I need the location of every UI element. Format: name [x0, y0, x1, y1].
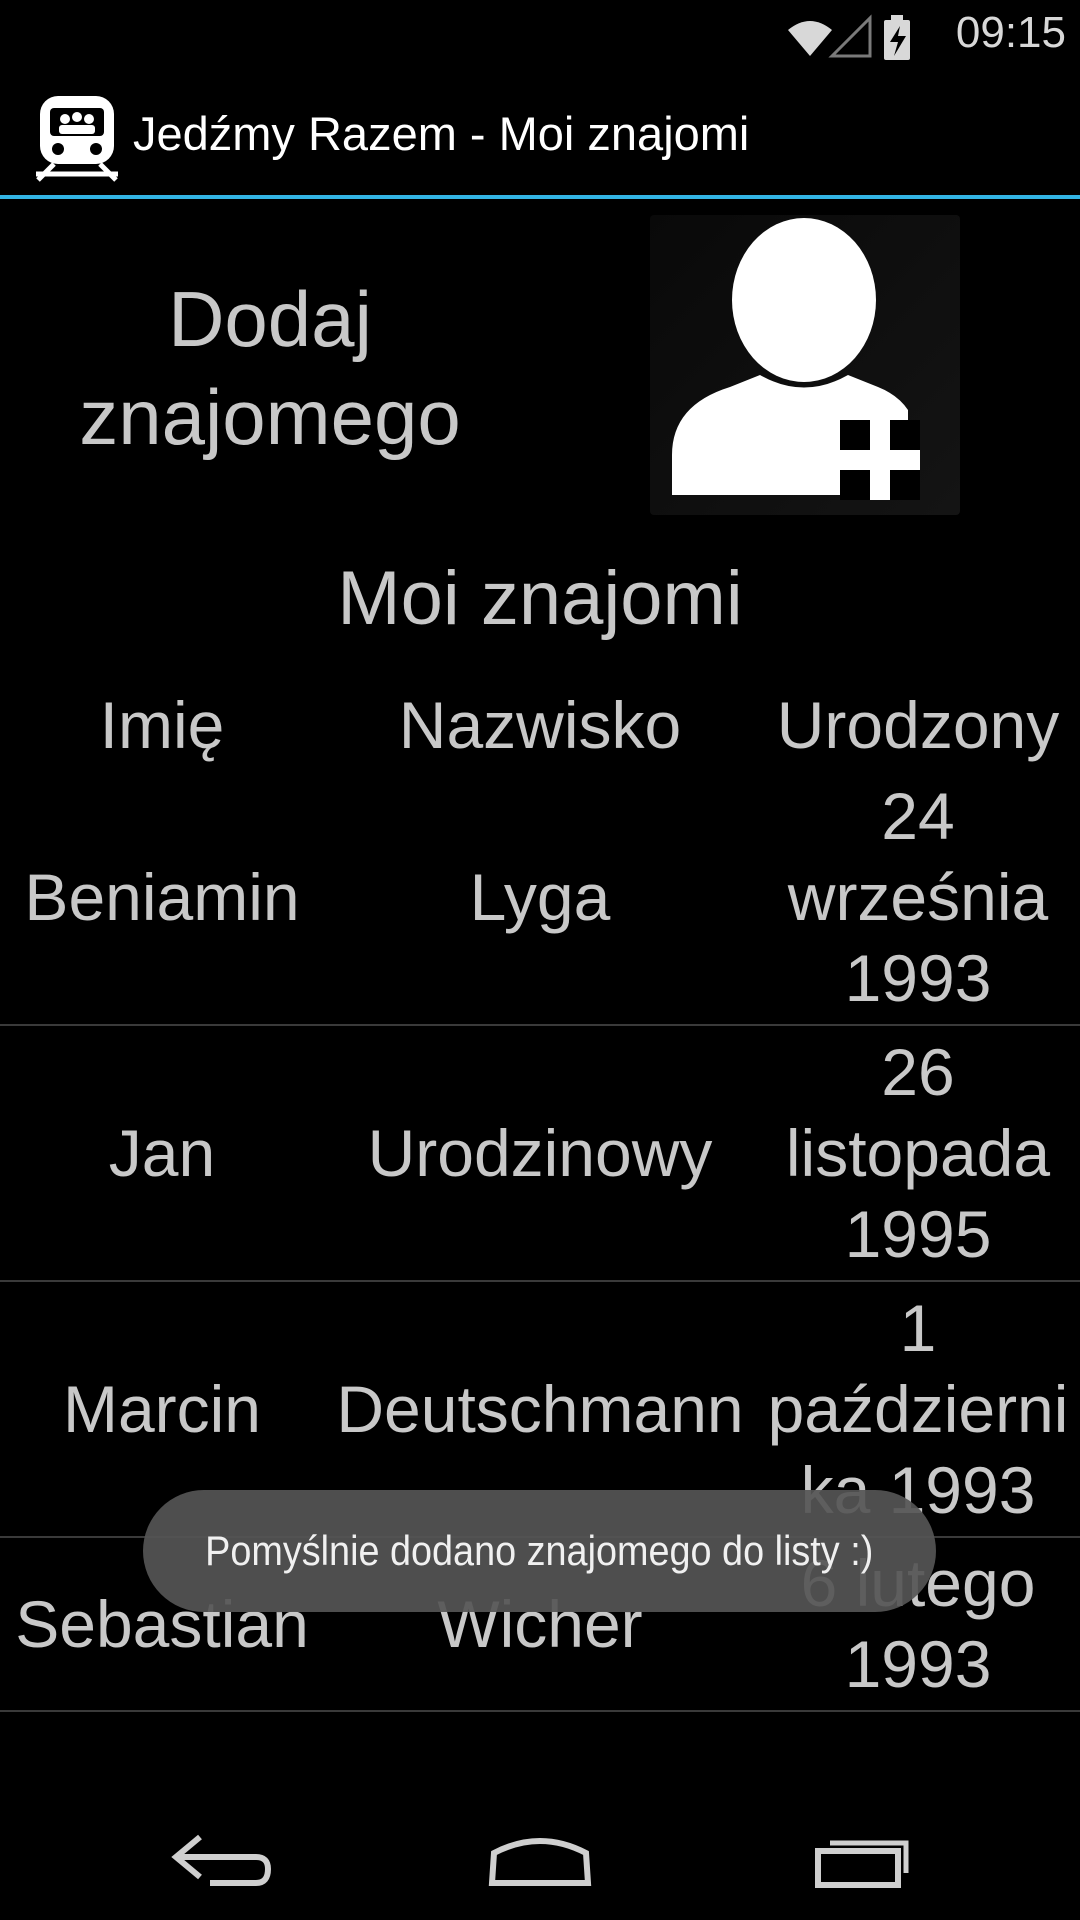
table-header-row: Imię Nazwisko Urodzony [0, 680, 1080, 770]
train-icon[interactable] [32, 92, 122, 182]
column-header-first-name: Imię [99, 687, 225, 762]
add-friend-button[interactable] [650, 215, 960, 515]
born-cell: 26 listopada 1995 [785, 1034, 1051, 1271]
last-name-cell: Deutschmann [336, 1371, 744, 1446]
table-row[interactable]: Beniamin Lyga 24 września 1993 [0, 770, 1080, 1026]
first-name-cell: Beniamin [24, 859, 300, 934]
wifi-icon [788, 21, 832, 56]
add-friend-label[interactable]: Dodaj znajomego [40, 270, 500, 466]
status-bar: 09:15 [0, 0, 1080, 70]
table-row[interactable]: Jan Urodzinowy 26 listopada 1995 [0, 1026, 1080, 1282]
battery-charging-icon [884, 15, 910, 60]
status-time: 09:15 [955, 8, 1066, 57]
born-cell: 24 września 1993 [787, 778, 1049, 1015]
first-name-cell: Marcin [62, 1371, 262, 1446]
column-header-born: Urodzony [776, 687, 1060, 762]
toast-message: Pomyślnie dodano znajomego do listy :) [205, 1527, 874, 1574]
back-icon[interactable] [160, 1825, 280, 1895]
action-bar: Jedźmy Razem - Moi znajomi [0, 70, 1080, 199]
last-name-cell: Urodzinowy [367, 1115, 713, 1190]
friends-section-title: Moi znajomi [337, 556, 743, 641]
add-person-icon [672, 218, 920, 500]
home-icon[interactable] [480, 1825, 600, 1895]
last-name-cell: Lyga [469, 859, 611, 934]
signal-icon [828, 14, 872, 58]
app-title: Jedźmy Razem - Moi znajomi [133, 107, 750, 160]
navigation-bar [0, 1800, 1080, 1920]
first-name-cell: Jan [108, 1115, 216, 1190]
recent-apps-icon[interactable] [800, 1825, 920, 1895]
toast-notification: Pomyślnie dodano znajomego do listy :) [143, 1490, 936, 1612]
column-header-last-name: Nazwisko [398, 687, 682, 762]
status-icons [780, 12, 930, 66]
